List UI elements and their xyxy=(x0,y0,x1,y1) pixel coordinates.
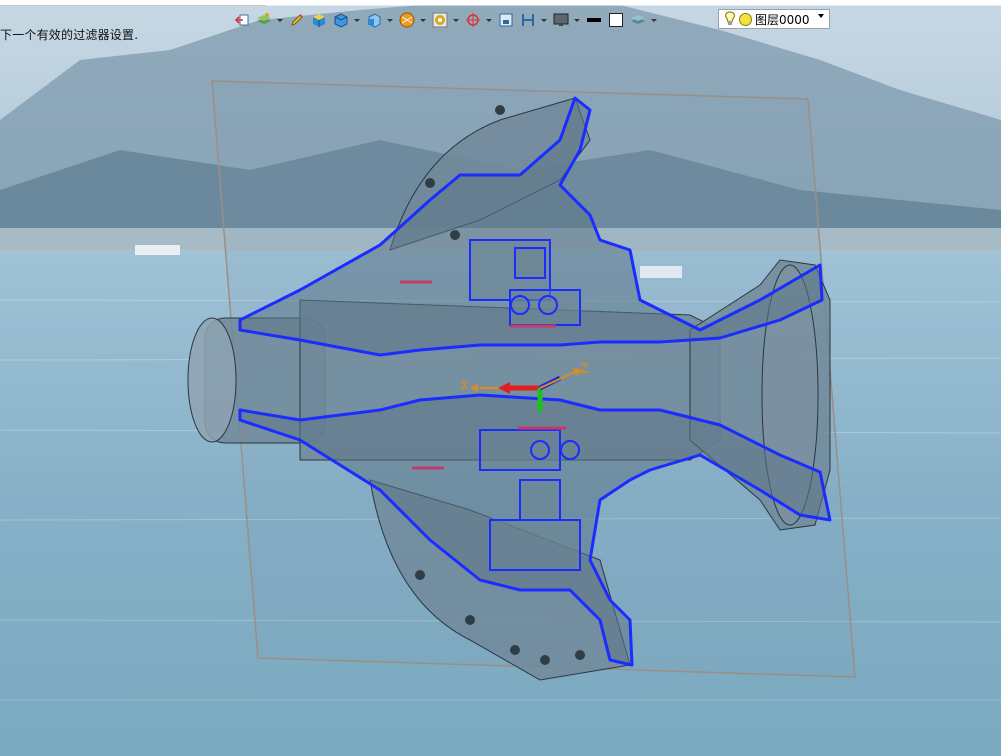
cad-model[interactable] xyxy=(0,0,1001,756)
monitor-dropdown[interactable] xyxy=(573,10,580,30)
section-icon[interactable] xyxy=(518,10,538,30)
layer-stack-dropdown[interactable] xyxy=(276,10,283,30)
render-ball-dropdown[interactable] xyxy=(419,10,426,30)
box-outline-icon[interactable] xyxy=(606,10,626,30)
section-dropdown[interactable] xyxy=(540,10,547,30)
axis-z-label: Z xyxy=(580,362,589,377)
cube-view-icon[interactable] xyxy=(331,10,351,30)
layer-dropdown-arrow[interactable] xyxy=(818,14,824,18)
cube-view-dropdown[interactable] xyxy=(353,10,360,30)
window-title-strip xyxy=(0,0,266,6)
plane-dropdown[interactable] xyxy=(650,10,657,30)
layer-stack-icon[interactable] xyxy=(254,10,274,30)
solid-cube-icon[interactable] xyxy=(309,10,329,30)
axis-x-label: X xyxy=(460,379,469,394)
view-toolbar xyxy=(232,8,661,32)
cube-orient-dropdown[interactable] xyxy=(386,10,393,30)
target-icon[interactable] xyxy=(463,10,483,30)
pencil-icon[interactable] xyxy=(287,10,307,30)
layer-select[interactable]: 图层0000 xyxy=(718,9,830,29)
layer-name: 图层0000 xyxy=(755,12,810,27)
monitor-icon[interactable] xyxy=(551,10,571,30)
color-wheel-icon[interactable] xyxy=(430,10,450,30)
frame-icon[interactable] xyxy=(496,10,516,30)
status-message: 下一个有效的过滤器设置. xyxy=(0,28,139,42)
line-color-icon[interactable] xyxy=(584,10,604,30)
back-arrow-icon[interactable] xyxy=(232,10,252,30)
plane-icon[interactable] xyxy=(628,10,648,30)
lightbulb-icon[interactable] xyxy=(723,11,737,27)
render-ball-icon[interactable] xyxy=(397,10,417,30)
layer-color-dot[interactable] xyxy=(739,12,752,26)
cube-orient-icon[interactable] xyxy=(364,10,384,30)
color-wheel-dropdown[interactable] xyxy=(452,10,459,30)
target-dropdown[interactable] xyxy=(485,10,492,30)
